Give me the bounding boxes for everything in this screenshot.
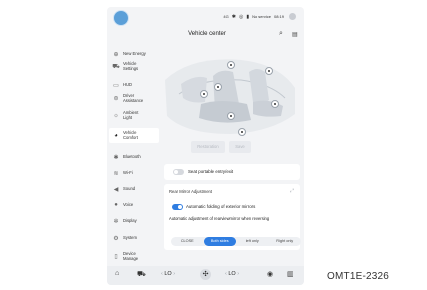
seat-adjust-point-1[interactable] [227, 61, 235, 69]
car-icon[interactable]: ⛟ [137, 270, 146, 279]
rear-mirror-title: Rear Mirror Adjustment [169, 189, 213, 194]
sidebar-item-sound[interactable]: ◀ Sound [109, 186, 159, 193]
status-bar: 4G ✱ ◎ ▮ No service 08:19 [107, 7, 304, 29]
list-icon[interactable]: ▤ [292, 31, 298, 38]
clock: 08:19 [273, 14, 284, 19]
brightness-icon: ✲ [113, 219, 119, 225]
sidebar-item-label: Display [123, 218, 137, 224]
auto-adjust-label: Automatic adjustment of rearviewmirror w… [169, 216, 270, 221]
sidebar-item-label: Voice [123, 201, 134, 207]
chevron-right-icon[interactable]: › [236, 271, 239, 277]
option-right-only[interactable]: Right only [269, 237, 302, 246]
leaf-icon: ⊕ [113, 52, 119, 58]
sidebar-item-label: New Energy [123, 51, 146, 57]
sidebar-item-ambient-light[interactable]: ☼ Ambient Light [109, 110, 159, 120]
option-left-only[interactable]: left only [236, 237, 269, 246]
seat-adjust-point-4[interactable] [271, 100, 279, 108]
seat-adjust-point-5[interactable] [227, 112, 235, 120]
search-icon[interactable]: ⌕ [279, 30, 283, 38]
bluetooth-icon: ✱ [113, 155, 119, 161]
wifi-status-icon: ◎ [238, 13, 244, 20]
seat-portable-toggle[interactable] [173, 169, 184, 175]
right-temp-value: LO [228, 271, 236, 277]
device-screen: 4G ✱ ◎ ▮ No service 08:19 Vehicle center… [107, 7, 304, 285]
sidebar-item-wifi[interactable]: ≋ Wi-Fi [109, 170, 159, 177]
sidebar-item-system[interactable]: ⚙ System [109, 235, 159, 242]
device-icon: ▯ [114, 254, 118, 261]
speaker-icon: ◀ [113, 187, 119, 193]
network-label: No service [252, 14, 271, 19]
mic-icon: ● [114, 202, 118, 208]
auto-fold-label: Automatic folding of exterior mirrors [186, 204, 256, 209]
option-close[interactable]: CLOSE [171, 237, 204, 246]
auto-fold-toggle[interactable] [172, 204, 183, 210]
sidebar-item-label: Vehicle Settings [123, 61, 139, 71]
save-button[interactable]: Save [229, 141, 251, 153]
sidebar-item-new-energy[interactable]: ⊕ New Energy [109, 51, 159, 58]
home-icon[interactable]: ⌂ [115, 270, 119, 277]
gear-icon: ⚙ [113, 236, 119, 242]
app-logo [113, 10, 129, 26]
sidebar-item-label: Driver Assistance [123, 93, 144, 103]
sidebar-item-display[interactable]: ✲ Display [109, 218, 159, 225]
seat-adjust-point-2[interactable] [265, 67, 273, 75]
sidebar-item-label: Vehicle Comfort [123, 129, 138, 140]
hud-icon: ▭ [113, 83, 119, 89]
seat-portable-label: Seat portable entry/exit [188, 169, 234, 174]
sidebar-item-driver-assistance[interactable]: ⊜ Driver Assistance [109, 93, 159, 103]
sidebar-item-label: HUD [123, 82, 133, 88]
avatar[interactable] [289, 13, 296, 20]
page-title: Vehicle center [188, 31, 226, 37]
seat-adjust-point-3[interactable] [214, 83, 222, 91]
sidebar-item-bluetooth[interactable]: ✱ Bluetooth [109, 154, 159, 161]
signal-text: 4G [223, 14, 229, 19]
sun-icon: ☼ [113, 112, 119, 119]
sidebar-item-label: Ambient Light [123, 110, 139, 120]
collapse-icon[interactable]: ⤢ [290, 188, 294, 194]
left-temp[interactable]: ‹ LO › [161, 271, 175, 277]
steering-icon: ⊜ [113, 96, 119, 103]
car-interior-image [161, 54, 298, 138]
grid-icon[interactable]: ▥ [287, 270, 294, 278]
bluetooth-status-icon: ✱ [231, 13, 236, 20]
seat-adjust-point-6[interactable] [200, 90, 208, 98]
seat-icon: ◕ [114, 132, 118, 139]
sidebar-item-device-manage[interactable]: ▯ Device Manage [109, 251, 159, 261]
left-temp-value: LO [164, 271, 172, 277]
car-icon: ⛟ [112, 63, 120, 70]
fan-icon[interactable]: ✣ [200, 269, 211, 280]
wifi-icon: ≋ [113, 171, 119, 177]
mirror-adjust-selector: CLOSE Both sides left only Right only [171, 237, 301, 246]
seat-adjust-point-7[interactable] [238, 128, 246, 136]
signal-bars-icon: ▮ [246, 13, 250, 20]
sidebar-item-label: Bluetooth [123, 154, 141, 160]
bottom-bar: ⌂ ⛟ ‹ LO › ✣ ‹ LO › ◉ ▥ [107, 266, 304, 285]
option-both-sides[interactable]: Both sides [203, 237, 236, 246]
sidebar-item-label: Sound [123, 186, 136, 192]
sidebar-item-vehicle-comfort[interactable]: ◕ Vehicle Comfort [109, 128, 159, 143]
steering-heat-icon[interactable]: ◉ [267, 270, 273, 278]
chevron-right-icon[interactable]: › [172, 271, 175, 277]
right-temp[interactable]: ‹ LO › [225, 271, 239, 277]
sidebar-item-voice[interactable]: ● Voice [109, 202, 159, 208]
sidebar-item-label: System [123, 235, 137, 241]
sidebar-item-label: Device Manage [123, 251, 139, 261]
status-indicators: 4G ✱ ◎ ▮ No service 08:19 [223, 13, 296, 20]
sidebar-item-label: Wi-Fi [123, 170, 133, 176]
restoration-button[interactable]: Restoration [191, 141, 225, 153]
sidebar-item-vehicle-settings[interactable]: ⛟ Vehicle Settings [109, 61, 159, 71]
seat-portable-card: Seat portable entry/exit [164, 164, 300, 180]
sidebar-item-hud[interactable]: ▭ HUD [109, 82, 159, 89]
figure-code: OMT1E-2326 [327, 271, 390, 282]
